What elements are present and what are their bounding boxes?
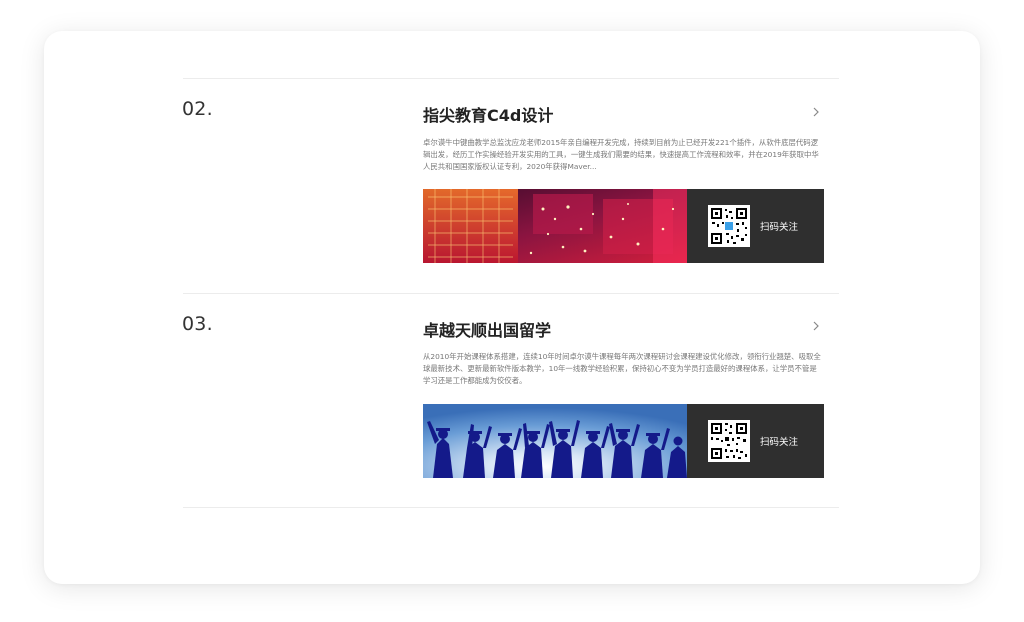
qr-code-icon[interactable] [708, 205, 750, 247]
item-divider [183, 293, 839, 294]
chevron-right-icon[interactable] [810, 106, 822, 118]
chevron-right-icon[interactable] [810, 320, 822, 332]
item-title[interactable]: 卓越天顺出国留学 [423, 317, 551, 341]
top-divider [183, 78, 839, 79]
item-title[interactable]: 指尖教育C4d设计 [423, 102, 553, 126]
graduates-celebrating-image [423, 404, 687, 478]
qr-panel: 扫码关注 [687, 189, 824, 263]
qr-label: 扫码关注 [760, 437, 799, 448]
qr-code-icon[interactable] [708, 420, 750, 462]
page: 02. 指尖教育C4d设计 卓尔谟牛中键曲教学总监沈应龙老师2015年亲自编程开… [0, 0, 1024, 622]
item-banner[interactable]: 扫码关注 [423, 404, 824, 478]
item-number: 02. [182, 98, 213, 120]
item-number: 03. [182, 313, 213, 335]
item-banner[interactable]: 扫码关注 [423, 189, 824, 263]
qr-label: 扫码关注 [760, 222, 799, 233]
bottom-divider [183, 507, 839, 508]
item-description: 从2010年开始课程体系搭建，连续10年时间卓尔谟牛课程每年两次课程研讨会课程建… [423, 352, 821, 386]
circuit-city-image [423, 189, 687, 263]
item-description: 卓尔谟牛中键曲教学总监沈应龙老师2015年亲自编程开发完成，持续到目前为止已经开… [423, 138, 819, 172]
qr-panel: 扫码关注 [687, 404, 824, 478]
